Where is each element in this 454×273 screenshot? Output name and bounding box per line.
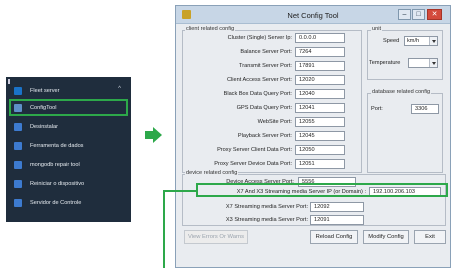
pointer-line xyxy=(163,190,196,192)
field-label: GPS Data Query Port: xyxy=(236,105,292,111)
menu-item-desinstalar[interactable]: Desinstalar xyxy=(6,119,131,135)
proxy-client-port-input[interactable]: 12050 xyxy=(295,145,345,155)
field-label: X7 Streaming media Server Port: xyxy=(225,204,308,210)
field-label: Proxy Server Device Data Port: xyxy=(214,161,292,167)
arrow-right-icon xyxy=(145,131,153,139)
chevron-down-icon[interactable] xyxy=(429,59,437,67)
arrow-head-icon xyxy=(153,127,162,143)
view-errors-button[interactable]: View Errors Or Warns xyxy=(184,230,248,244)
menu-item-label: Servidor de Controle xyxy=(30,200,82,206)
field-label: Black Box Data Query Port: xyxy=(223,91,292,97)
field-label: Balance Server Port: xyxy=(240,49,292,55)
menu-item-label: Fleet server xyxy=(30,88,60,94)
group-label: database related config xyxy=(371,89,432,95)
pointer-line-vertical xyxy=(163,190,165,268)
field-label: Cluster (Single) Server Ip: xyxy=(227,35,292,41)
proxy-device-port-input[interactable]: 12051 xyxy=(295,159,345,169)
repair-tool-icon xyxy=(14,161,22,169)
menu-item-label: Reiniciar o dispositivo xyxy=(30,181,85,187)
minimize-icon[interactable]: – xyxy=(398,9,411,20)
menu-item-mongodb-repair[interactable]: mongodb repair tool xyxy=(6,157,131,173)
server-icon xyxy=(14,199,22,207)
reload-config-button[interactable]: Reload Config xyxy=(310,230,358,244)
field-label: Transmit Server Port: xyxy=(239,63,292,69)
transmit-port-input[interactable]: 17891 xyxy=(295,61,345,71)
temperature-label: Temperature xyxy=(369,60,401,66)
db-port-label: Port: xyxy=(371,106,383,112)
field-label: Playback Server Port: xyxy=(237,133,292,139)
field-label: X3 Streaming media Server Port: xyxy=(225,217,308,223)
group-label: unit xyxy=(371,26,383,32)
menu-item-ferramenta-de-dados[interactable]: Ferramenta de dados xyxy=(6,138,131,154)
speed-label: Speed xyxy=(383,38,400,44)
close-icon[interactable]: ✕ xyxy=(427,9,442,20)
modify-config-button[interactable]: Modify Config xyxy=(363,230,409,244)
field-label: Client Access Server Port: xyxy=(227,77,292,83)
uninstall-icon xyxy=(14,123,22,131)
menu-item-reiniciar[interactable]: Reiniciar o dispositivo xyxy=(6,176,131,192)
title-bar[interactable]: Net Config Tool – □ ✕ xyxy=(176,6,450,24)
restart-icon xyxy=(14,180,22,188)
balance-port-input[interactable]: 7264 xyxy=(295,47,345,57)
data-tool-icon xyxy=(14,142,22,150)
chevron-down-icon[interactable] xyxy=(429,37,437,45)
website-port-input[interactable]: 12055 xyxy=(295,117,345,127)
menu-item-label: mongodb repair tool xyxy=(30,162,80,168)
playback-port-input[interactable]: 12045 xyxy=(295,131,345,141)
speed-value: km/h xyxy=(407,38,420,44)
group-label: device related config xyxy=(185,170,239,176)
cluster-ip-input[interactable]: 0.0.0.0 xyxy=(295,33,345,43)
x7-streaming-port-input[interactable]: 12092 xyxy=(310,202,364,212)
exit-button[interactable]: Exit xyxy=(414,230,446,244)
group-label: client related config xyxy=(185,26,236,32)
field-label: WebSite Port: xyxy=(257,119,292,125)
db-port-input[interactable]: 3306 xyxy=(411,104,439,114)
menu-item-label: Ferramenta de dados xyxy=(30,143,84,149)
streaming-ip-highlight xyxy=(196,183,448,197)
blackbox-port-input[interactable]: 12040 xyxy=(295,89,345,99)
configtool-highlight xyxy=(9,99,128,116)
speed-select[interactable]: km/h xyxy=(404,36,438,46)
x3-streaming-port-input[interactable]: 12091 xyxy=(310,215,364,225)
maximize-icon[interactable]: □ xyxy=(412,9,425,20)
net-config-window: Net Config Tool – □ ✕ client related con… xyxy=(175,5,451,268)
gps-port-input[interactable]: 12041 xyxy=(295,103,345,113)
menu-item-label: Desinstalar xyxy=(30,124,58,130)
start-menu-panel: Fleet server ^ ConfigTool Desinstalar Fe… xyxy=(6,77,131,222)
temperature-select[interactable] xyxy=(408,58,438,68)
menu-item-fleet-server[interactable]: Fleet server ^ xyxy=(6,83,131,99)
folder-icon xyxy=(14,87,22,95)
menu-item-servidor-de-controle[interactable]: Servidor de Controle xyxy=(6,195,131,211)
field-label: Proxy Server Client Data Port: xyxy=(217,147,292,153)
client-access-port-input[interactable]: 12020 xyxy=(295,75,345,85)
chevron-up-icon[interactable]: ^ xyxy=(118,86,121,92)
